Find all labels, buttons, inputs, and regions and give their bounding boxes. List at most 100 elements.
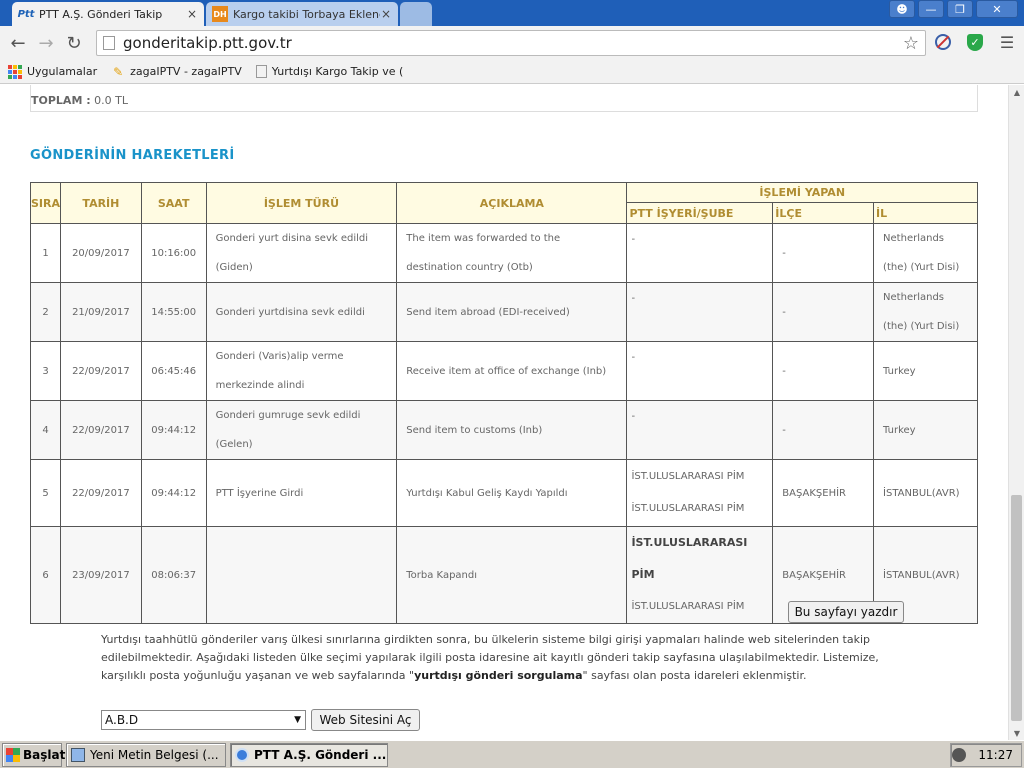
taskbar-item-notepad[interactable]: Yeni Metin Belgesi (... (66, 742, 226, 767)
close-window-icon[interactable]: ✕ (976, 0, 1018, 18)
dh-favicon-icon: DH (212, 6, 228, 22)
cell-aciklama: Torba Kapandı (396, 526, 628, 624)
cell-aciklama: Send item abroad (EDI-received) (396, 282, 628, 342)
cell-isyeri: - (626, 341, 774, 401)
tab-kargo-takibi[interactable]: DH Kargo takibi Torbaya Eklendi × (206, 2, 398, 26)
info-text: " sayfası olan posta idareleri eklenmişt… (582, 669, 807, 682)
cell-tarih: 20/09/2017 (60, 223, 142, 283)
cell-sira: 5 (30, 459, 61, 527)
bookmark-label: zagaIPTV - zagaIPTV (130, 65, 242, 78)
tab-label: PTT A.Ş. Gönderi Takip (39, 7, 163, 21)
table-row: 1 20/09/2017 10:16:00 Gonderi yurt disin… (30, 223, 978, 283)
cell-islem-turu: PTT İşyerine Girdi (205, 459, 398, 527)
cell-ilce: - (772, 341, 875, 401)
tab-ptt-gonderi-takip[interactable]: Ptt PTT A.Ş. Gönderi Takip × (12, 2, 204, 26)
cell-aciklama: Send item to customs (Inb) (396, 400, 628, 460)
bookmark-star-icon[interactable]: ☆ (903, 33, 925, 54)
vertical-scrollbar[interactable]: ▲ ▼ (1008, 85, 1024, 740)
country-selected-value: A.B.D (105, 713, 139, 727)
shield-extension-icon[interactable]: ✓ (964, 31, 986, 53)
cell-ilce: - (772, 400, 875, 460)
info-paragraph: Yurtdışı taahhütlü gönderiler varış ülke… (101, 631, 891, 685)
cell-aciklama: Yurtdışı Kabul Geliş Kaydı Yapıldı (396, 459, 628, 527)
bookmark-label: Uygulamalar (27, 65, 98, 78)
open-website-button[interactable]: Web Sitesini Aç (311, 709, 420, 731)
cell-saat: 09:44:12 (140, 400, 207, 460)
dropdown-arrow-icon: ▼ (294, 715, 301, 725)
cell-isyeri: İST.ULUSLARARASI PİM İST.ULUSLARARASI Pİ… (626, 526, 774, 624)
cell-sira: 2 (30, 282, 61, 342)
address-bar[interactable]: gonderitakip.ptt.gov.tr ☆ (96, 30, 926, 56)
section-title: GÖNDERİNİN HAREKETLERİ (30, 148, 235, 163)
cell-isyeri: - (626, 223, 774, 283)
start-label: Başlat (23, 747, 66, 762)
user-icon[interactable]: ☻ (889, 0, 915, 18)
header-islemi-yapan: İŞLEMİ YAPAN (626, 182, 978, 203)
apps-icon (8, 64, 22, 79)
taskbar-item-label: Yeni Metin Belgesi (... (90, 747, 219, 762)
cell-saat: 10:16:00 (140, 223, 207, 283)
reload-icon[interactable]: ↻ (60, 29, 88, 57)
new-tab-button[interactable] (400, 2, 432, 26)
scroll-up-icon[interactable]: ▲ (1009, 85, 1024, 99)
cell-aciklama: Receive item at office of exchange (Inb) (396, 341, 628, 401)
shipment-movements-table: SIRA TARİH SAAT İŞLEM TÜRÜ AÇIKLAMA İŞLE… (30, 182, 978, 624)
windows-flag-icon (6, 747, 20, 762)
toplam-value: 0.0 TL (94, 94, 128, 107)
cell-ilce: BAŞAKŞEHİR (772, 459, 875, 527)
cell-islem-turu: Gonderi gumruge sevk edildi (Gelen) (205, 400, 398, 460)
block-extension-icon[interactable] (932, 31, 954, 53)
tab-close-icon[interactable]: × (380, 7, 392, 21)
pencil-icon: ✎ (113, 64, 124, 79)
info-text-bold: yurtdışı gönderi sorgulama (414, 669, 583, 682)
start-button[interactable]: Başlat (2, 742, 66, 767)
cell-islem-turu: Gonderi yurtdisina sevk edildi (205, 282, 398, 342)
cell-tarih: 23/09/2017 (60, 526, 142, 624)
taskbar-item-chrome[interactable]: PTT A.Ş. Gönderi ... (230, 742, 388, 767)
windows-taskbar: Başlat Yeni Metin Belgesi (... PTT A.Ş. … (0, 740, 1024, 768)
print-page-button[interactable]: Bu sayfayı yazdır (788, 601, 904, 623)
ptt-favicon-icon: Ptt (17, 8, 35, 20)
tab-close-icon[interactable]: × (186, 7, 198, 21)
forward-icon[interactable]: → (32, 29, 60, 57)
restore-icon[interactable]: ❐ (947, 0, 973, 18)
browser-tab-bar: Ptt PTT A.Ş. Gönderi Takip × DH Kargo ta… (0, 0, 1024, 26)
cell-isyeri: - (626, 400, 774, 460)
cell-sira: 1 (30, 223, 61, 283)
header-aciklama: AÇIKLAMA (396, 182, 628, 224)
scroll-down-icon[interactable]: ▼ (1009, 726, 1024, 740)
page-icon (255, 65, 267, 78)
notepad-icon (71, 747, 85, 762)
bookmark-label: Yurtdışı Kargo Takip ve ( (271, 65, 404, 78)
window-controls: ☻ — ❐ ✕ (886, 0, 1018, 18)
system-tray: 11:27 (950, 743, 1022, 767)
cell-aciklama: The item was forwarded to the destinatio… (396, 223, 628, 283)
cell-sira: 4 (30, 400, 61, 460)
cell-il: İSTANBUL(AVR) (873, 459, 978, 527)
cell-saat: 14:55:00 (140, 282, 207, 342)
toplam-summary: TOPLAM : 0.0 TL (30, 85, 978, 112)
chrome-icon (235, 747, 249, 762)
cell-tarih: 22/09/2017 (60, 400, 142, 460)
bookmark-yurtdisi-kargo[interactable]: Yurtdışı Kargo Takip ve ( (255, 65, 404, 78)
tray-icon[interactable] (952, 748, 967, 762)
bookmarks-bar: Uygulamalar ✎ zagaIPTV - zagaIPTV Yurtdı… (0, 60, 1024, 84)
back-icon[interactable]: ← (4, 29, 32, 57)
header-saat: SAAT (140, 182, 207, 224)
cell-tarih: 21/09/2017 (60, 282, 142, 342)
scrollbar-thumb[interactable] (1011, 495, 1022, 721)
cell-islem-turu: Gonderi (Varis)alip verme merkezinde ali… (205, 341, 398, 401)
cell-il: Netherlands (the) (Yurt Disi) (873, 282, 978, 342)
cell-saat: 06:45:46 (140, 341, 207, 401)
header-islem-turu: İŞLEM TÜRÜ (205, 182, 398, 224)
page-icon (103, 36, 115, 50)
country-select[interactable]: A.B.D ▼ (101, 710, 306, 730)
bookmark-zagaiptv[interactable]: ✎ zagaIPTV - zagaIPTV (111, 65, 242, 79)
minimize-icon[interactable]: — (918, 0, 944, 18)
bookmark-apps[interactable]: Uygulamalar (8, 64, 98, 79)
url-text[interactable]: gonderitakip.ptt.gov.tr (123, 34, 903, 52)
table-row: 4 22/09/2017 09:44:12 Gonderi gumruge se… (30, 400, 978, 460)
table-row: 3 22/09/2017 06:45:46 Gonderi (Varis)ali… (30, 341, 978, 401)
menu-icon[interactable]: ☰ (996, 31, 1018, 53)
cell-sira: 6 (30, 526, 61, 624)
